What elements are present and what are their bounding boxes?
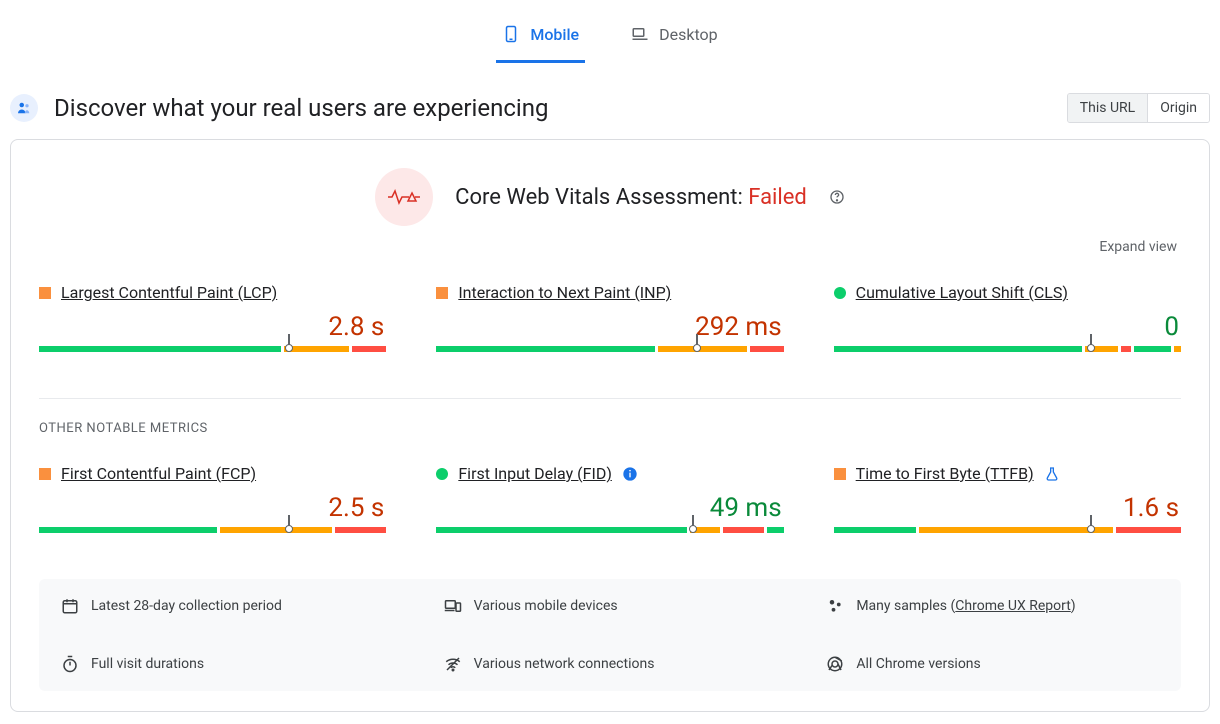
status-dot-icon	[436, 287, 448, 299]
tab-mobile[interactable]: Mobile	[496, 12, 585, 63]
metric-inp-value: 292 ms	[436, 312, 783, 342]
footer-connections: Various network connections	[444, 655, 777, 673]
metric-ttfb-name[interactable]: Time to First Byte (TTFB)	[856, 464, 1034, 483]
tab-desktop[interactable]: Desktop	[625, 12, 724, 63]
devices-icon	[444, 597, 462, 615]
status-dot-icon	[834, 287, 846, 299]
tab-desktop-label: Desktop	[659, 25, 718, 44]
footer-period: Latest 28-day collection period	[61, 597, 394, 615]
other-metrics-label: OTHER NOTABLE METRICS	[39, 421, 1181, 436]
toggle-this-url[interactable]: This URL	[1068, 94, 1147, 122]
metric-lcp: Largest Contentful Paint (LCP) 2.8 s	[39, 283, 386, 352]
status-dot-icon	[436, 468, 448, 480]
metric-fid-value: 49 ms	[436, 493, 783, 523]
toggle-origin[interactable]: Origin	[1147, 94, 1209, 122]
metric-cls-value: 0	[834, 312, 1181, 342]
assessment-row: Core Web Vitals Assessment: Failed	[39, 168, 1181, 226]
expand-view-link[interactable]: Expand view	[1099, 239, 1177, 255]
url-origin-toggle: This URL Origin	[1067, 93, 1210, 123]
metric-cls-name[interactable]: Cumulative Layout Shift (CLS)	[856, 283, 1068, 302]
flask-icon[interactable]	[1044, 466, 1060, 482]
metric-lcp-name[interactable]: Largest Contentful Paint (LCP)	[61, 283, 277, 302]
info-icon[interactable]	[622, 466, 638, 482]
footer-versions: All Chrome versions	[826, 655, 1159, 673]
assessment-status: Failed	[748, 185, 807, 210]
chrome-icon	[826, 655, 844, 673]
tab-mobile-label: Mobile	[530, 25, 579, 44]
header-row: Discover what your real users are experi…	[0, 63, 1220, 139]
desktop-icon	[631, 22, 649, 46]
samples-icon	[826, 597, 844, 615]
metric-fid: First Input Delay (FID) 49 ms	[436, 464, 783, 533]
page-title: Discover what your real users are experi…	[54, 94, 548, 122]
metric-inp-name[interactable]: Interaction to Next Paint (INP)	[458, 283, 671, 302]
crux-link[interactable]: Chrome UX Report	[955, 598, 1070, 614]
metric-ttfb-value: 1.6 s	[834, 493, 1181, 523]
users-icon	[10, 94, 38, 122]
assessment-badge-icon	[375, 168, 433, 226]
device-tabs: Mobile Desktop	[0, 0, 1220, 63]
vitals-card: Core Web Vitals Assessment: Failed Expan…	[10, 139, 1210, 712]
metric-ttfb: Time to First Byte (TTFB) 1.6 s	[834, 464, 1181, 533]
metric-fcp: First Contentful Paint (FCP) 2.5 s	[39, 464, 386, 533]
metric-cls: Cumulative Layout Shift (CLS) 0	[834, 283, 1181, 352]
status-dot-icon	[39, 287, 51, 299]
network-icon	[444, 655, 462, 673]
mobile-icon	[502, 22, 520, 46]
calendar-icon	[61, 597, 79, 615]
metric-inp: Interaction to Next Paint (INP) 292 ms	[436, 283, 783, 352]
timer-icon	[61, 655, 79, 673]
status-dot-icon	[834, 468, 846, 480]
assessment-text: Core Web Vitals Assessment: Failed	[455, 185, 807, 210]
footer-devices: Various mobile devices	[444, 597, 777, 615]
status-dot-icon	[39, 468, 51, 480]
core-metrics: Largest Contentful Paint (LCP) 2.8 s Int…	[39, 283, 1181, 352]
metric-fid-name[interactable]: First Input Delay (FID)	[458, 464, 612, 483]
metric-fcp-value: 2.5 s	[39, 493, 386, 523]
footer-info: Latest 28-day collection period Various …	[39, 579, 1181, 691]
footer-durations: Full visit durations	[61, 655, 394, 673]
metric-lcp-value: 2.8 s	[39, 312, 386, 342]
other-metrics: First Contentful Paint (FCP) 2.5 s First…	[39, 464, 1181, 533]
footer-samples: Many samples (Chrome UX Report)	[826, 597, 1159, 615]
metric-fcp-name[interactable]: First Contentful Paint (FCP)	[61, 464, 256, 483]
divider	[39, 398, 1181, 399]
help-icon[interactable]	[829, 189, 845, 205]
